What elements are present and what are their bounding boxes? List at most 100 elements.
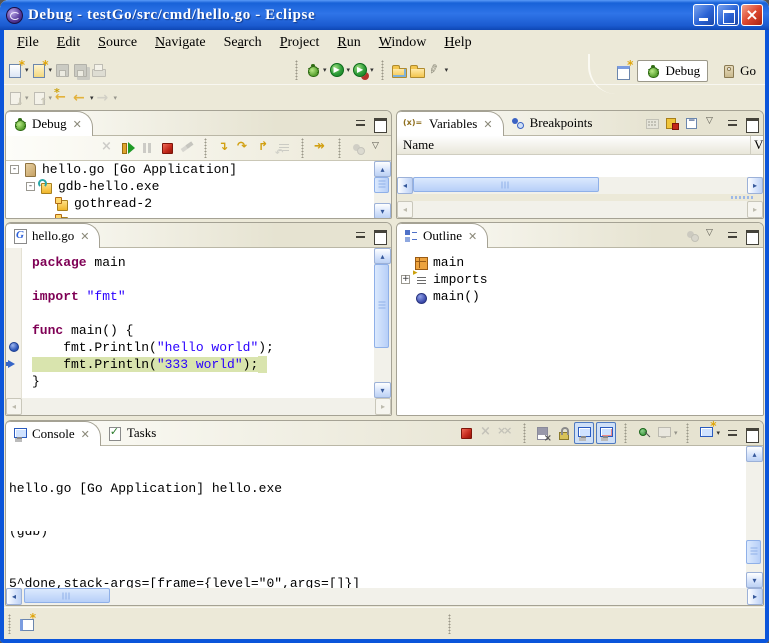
dropdown-arrow-icon[interactable]: ▾ [49,66,53,74]
drop-to-frame-button[interactable] [275,138,293,158]
show-stderr-button[interactable] [596,422,616,444]
detail-pane-sash[interactable] [397,194,763,201]
use-step-filters-button[interactable] [312,138,330,158]
scroll-up-button[interactable]: ▴ [374,161,391,177]
scroll-thumb[interactable] [374,177,389,193]
perspective-debug-button[interactable]: Debug [637,60,708,82]
menu-run[interactable]: Run [328,33,369,53]
tree-expander-icon[interactable]: - [10,165,19,174]
save-all-button[interactable] [71,60,89,80]
fast-view-icon[interactable] [18,616,34,632]
tree-row-main[interactable]: main [397,254,763,271]
tab-hello-go[interactable]: hello.go ✕ [6,223,100,248]
add-global-variables-button[interactable] [663,113,681,133]
save-button[interactable] [53,60,71,80]
tree-expander-icon[interactable]: + [401,275,410,284]
view-menu-button[interactable] [703,225,721,245]
external-tools-button[interactable]: ▾ [351,60,375,80]
view-minimize-button[interactable] [352,228,369,243]
suspend-button[interactable] [138,138,156,158]
dropdown-arrow-icon[interactable]: ▾ [25,94,29,102]
mark-occurrences-button[interactable]: ▾ [426,60,450,80]
scroll-thumb[interactable] [746,540,761,564]
menu-help[interactable]: Help [435,33,480,53]
scroll-down-button[interactable]: ▾ [374,382,391,398]
open-console-button[interactable]: ▾ [697,423,721,443]
tree-row-gdb-hello.exe[interactable]: -gdb-hello.exe [6,178,374,195]
scroll-thumb[interactable] [24,588,110,603]
pin-console-button[interactable] [635,423,653,443]
step-over-button[interactable] [235,138,253,158]
terminate-button[interactable] [158,138,176,158]
scroll-down-button[interactable]: ▾ [746,572,763,588]
tree-row-main[interactable]: main() [397,288,763,305]
dropdown-arrow-icon[interactable]: ▾ [445,66,449,74]
dropdown-arrow-icon[interactable]: ▾ [25,66,29,74]
scroll-down-button[interactable]: ▾ [374,203,391,219]
clear-console-button[interactable] [534,423,552,443]
step-into-button[interactable] [215,138,233,158]
scroll-left-button[interactable]: ◂ [6,588,22,605]
view-settings-button[interactable] [349,138,367,158]
view-maximize-button[interactable] [743,228,760,243]
menu-search[interactable]: Search [215,33,271,53]
tree-row[interactable] [6,212,374,219]
menu-window[interactable]: Window [370,33,436,53]
perspective-go-button[interactable]: Go [713,61,763,81]
disconnect-button[interactable] [178,138,196,158]
close-button[interactable] [741,4,763,26]
view-minimize-button[interactable] [352,116,369,131]
link-with-editor-button[interactable] [683,225,701,245]
view-maximize-button[interactable] [371,228,388,243]
next-annotation-button[interactable]: ▾ [6,88,30,108]
last-edit-location-button[interactable] [53,88,71,108]
code-editor[interactable]: package main import "fmt" func main() { … [22,248,374,398]
dropdown-arrow-icon[interactable]: ▾ [716,429,720,437]
tab-variables[interactable]: Variables ✕ [397,111,504,136]
view-minimize-button[interactable] [724,228,741,243]
remove-all-launches-button[interactable] [497,423,515,443]
view-minimize-button[interactable] [724,116,741,131]
dropdown-arrow-icon[interactable]: ▾ [49,94,53,102]
tree-row-hello.go[interactable]: -hello.go [Go Application] [6,161,374,178]
collapse-all-button[interactable] [683,113,701,133]
tab-close-icon[interactable]: ✕ [483,118,492,131]
view-menu-button[interactable] [369,138,387,158]
tab-close-icon[interactable]: ✕ [468,230,477,243]
forward-button[interactable]: ▾ [95,88,119,108]
display-console-button[interactable]: ▾ [655,423,679,443]
show-type-names-button[interactable] [643,113,661,133]
column-value[interactable]: V [750,136,763,154]
tab-breakpoints[interactable]: Breakpoints [504,111,603,135]
column-name[interactable]: Name [397,136,750,154]
open-go-element-button[interactable] [390,60,408,80]
tab-debug[interactable]: Debug ✕ [6,111,93,136]
scroll-thumb[interactable] [374,264,389,348]
scroll-right-button[interactable]: ▸ [747,588,763,605]
view-menu-button[interactable] [703,113,721,133]
show-stdout-button[interactable] [574,422,594,444]
breakpoint-icon[interactable] [9,342,19,352]
view-maximize-button[interactable] [743,116,760,131]
tab-tasks[interactable]: Tasks [101,421,166,445]
minimize-button[interactable] [693,4,715,26]
tree-expander-icon[interactable]: - [26,182,35,191]
tab-close-icon[interactable]: ✕ [73,118,82,131]
terminate-button[interactable] [457,423,475,443]
dropdown-arrow-icon[interactable]: ▾ [323,66,327,74]
dropdown-arrow-icon[interactable]: ▾ [370,66,374,74]
scroll-up-button[interactable]: ▴ [374,248,391,264]
editor-annotation-ruler[interactable] [6,248,22,398]
resume-button[interactable] [118,138,136,158]
dropdown-arrow-icon[interactable]: ▾ [674,429,678,437]
scroll-up-button[interactable]: ▴ [746,446,763,462]
menu-navigate[interactable]: Navigate [146,33,215,53]
tab-outline[interactable]: Outline ✕ [397,223,488,248]
print-button[interactable] [89,60,107,80]
scroll-right-button[interactable]: ▸ [747,177,763,194]
menu-edit[interactable]: Edit [48,33,89,53]
open-resource-button[interactable] [408,60,426,80]
maximize-button[interactable] [717,4,739,26]
new-wizard-button[interactable]: ▾ [6,60,30,80]
step-return-button[interactable] [255,138,273,158]
